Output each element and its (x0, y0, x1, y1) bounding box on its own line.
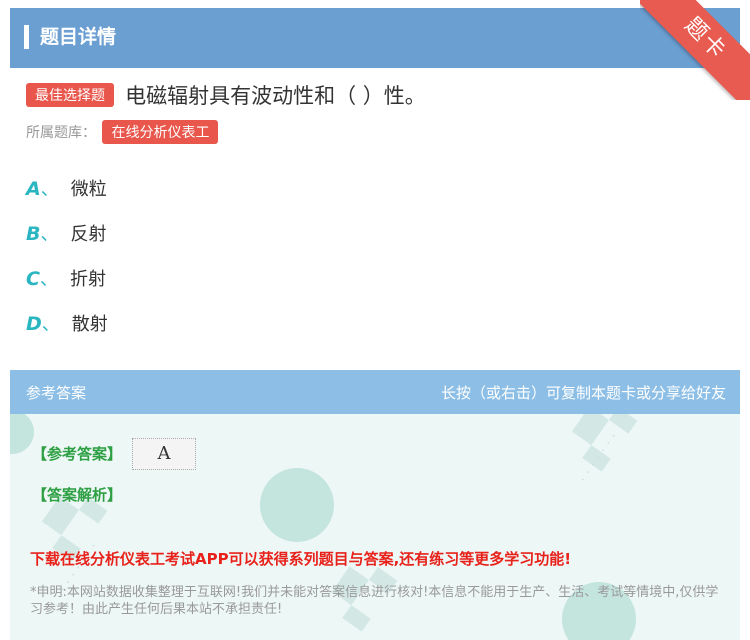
question-text: 电磁辐射具有波动性和（ ）性。 (125, 84, 426, 108)
analysis-label: 【答案解析】 (32, 486, 123, 504)
question-row: 最佳选择题 电磁辐射具有波动性和（ ）性。 (26, 80, 726, 110)
option-b[interactable]: B、 反射 (26, 220, 106, 246)
reference-answer-value: A (132, 438, 196, 470)
reference-answer-label: 【参考答案】 (32, 445, 123, 463)
option-text: 反射 (70, 224, 107, 245)
option-separator: 、 (40, 179, 59, 200)
question-type-badge: 最佳选择题 (26, 83, 114, 107)
option-text: 微粒 (70, 179, 107, 200)
page-title: 题目详情 (40, 26, 117, 48)
option-c[interactable]: C、 折射 (26, 265, 106, 291)
header-bar: 题目详情 (10, 8, 740, 68)
library-label: 所属题库： (26, 125, 96, 141)
app-promo-link[interactable]: 下载在线分析仪表工考试APP可以获得系列题目与答案,还有练习等更多学习功能! (30, 548, 571, 569)
option-d[interactable]: D、 散射 (26, 310, 108, 336)
answer-header: 参考答案 长按（或右击）可复制本题卡或分享给好友 (10, 370, 740, 414)
disclaimer-text: *申明:本网站数据收集整理于互联网!我们并未能对答案信息进行核对!本信息不能用于… (30, 585, 719, 617)
option-letter: C (26, 268, 40, 290)
option-text: 折射 (69, 269, 106, 290)
watermark-logo-icon (10, 410, 34, 454)
option-separator: 、 (39, 269, 58, 290)
option-text: 散射 (71, 314, 108, 335)
option-letter: D (26, 313, 42, 335)
share-hint: 长按（或右击）可复制本题卡或分享给好友 (440, 384, 726, 402)
answer-header-title: 参考答案 (26, 384, 87, 402)
library-row: 所属题库： 在线分析仪表工 (26, 120, 219, 144)
answer-panel: ▞▚ ▞▚ ▞▚ · · · · · · · · · · · · · · 参考答… (10, 370, 740, 640)
library-badge[interactable]: 在线分析仪表工 (102, 120, 219, 144)
header-accent (24, 25, 29, 49)
option-a[interactable]: A、 微粒 (26, 175, 107, 201)
option-letter: B (26, 223, 41, 245)
option-letter: A (26, 178, 41, 200)
watermark-logo-icon (260, 468, 334, 542)
option-separator: 、 (41, 314, 60, 335)
option-separator: 、 (40, 224, 59, 245)
